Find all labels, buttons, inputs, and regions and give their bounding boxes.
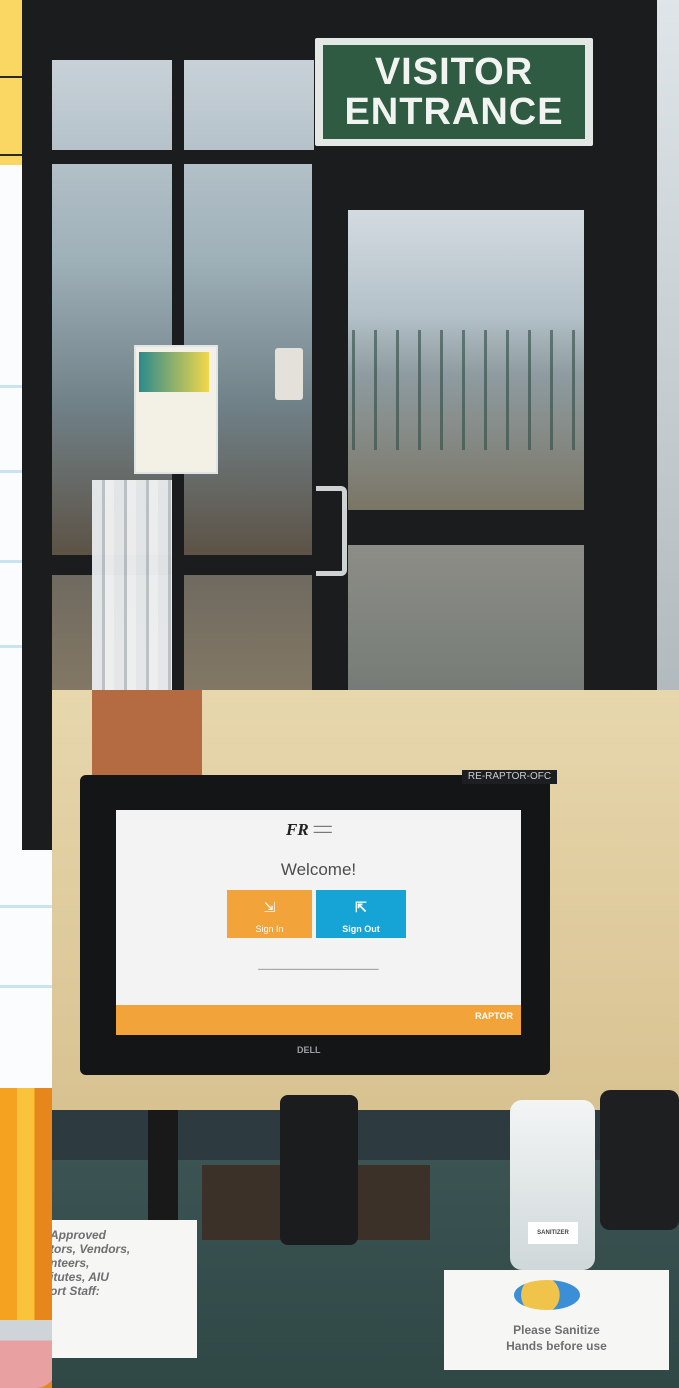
sign-out-button[interactable]: ⇱ Sign Out: [316, 890, 406, 938]
intercom-panel: [275, 348, 303, 400]
door-crossbar: [348, 510, 584, 545]
sanitize-note-text: Please Sanitize Hands before use: [506, 1323, 607, 1353]
instruction-note-text: Approved tors, Vendors, nteers, itutes, …: [52, 1228, 131, 1298]
ruled-line: [0, 905, 60, 908]
logo-mark: FR: [286, 820, 309, 839]
sign-in-label: Sign In: [255, 924, 284, 934]
sign-out-label: Sign Out: [342, 924, 380, 934]
monitor-brand: DELL: [297, 1045, 321, 1055]
welcome-heading: Welcome!: [280, 860, 357, 879]
sign-in-button[interactable]: ⇲ Sign In: [227, 890, 312, 938]
helper-text: ━━━━━━━━━━━━━━━━━━━━━━━━━━━━━━━━━━━━━━━━: [258, 967, 379, 973]
raptor-brand: RAPTOR: [475, 1011, 513, 1021]
label-printer: [600, 1090, 679, 1230]
screen-footer: RAPTOR: [116, 1005, 521, 1035]
district-logo: FR ━━━━━━ ━━━━━━: [286, 820, 376, 840]
kiosk-screen: FR ━━━━━━ ━━━━━━ Welcome! ⇲ Sign In ⇱ Sig…: [116, 810, 521, 1035]
logo-text-block: ━━━━━━ ━━━━━━: [313, 824, 332, 836]
door-enter-icon: ⇲: [263, 899, 276, 915]
sanitizer-label: SANITIZER: [528, 1222, 578, 1244]
bulletin-board: [92, 690, 202, 785]
pencil-eraser: [0, 1320, 56, 1388]
sanitize-illustration: [514, 1280, 580, 1310]
device-tag: RE-RAPTOR-OFC: [462, 770, 557, 784]
door-handle[interactable]: [316, 486, 347, 576]
door-exit-icon: ⇱: [355, 899, 367, 915]
ruled-line: [0, 985, 60, 988]
visitor-entrance-sign: VISITOR ENTRANCE: [323, 45, 585, 139]
kiosk-photo: RE-RAPTOR-OFC FR ━━━━━━ ━━━━━━ Welcome! ⇲…: [52, 690, 679, 1388]
stylus-stand: [148, 1110, 178, 1220]
sanitizer-bottle: [510, 1100, 595, 1270]
hanging-bags: [92, 480, 172, 690]
sign-line-2: ENTRANCE: [344, 91, 564, 133]
sign-line-1: VISITOR: [374, 51, 534, 93]
id-scanner: [280, 1095, 358, 1245]
walkway-railing: [352, 330, 582, 450]
poster-image: [139, 352, 209, 392]
